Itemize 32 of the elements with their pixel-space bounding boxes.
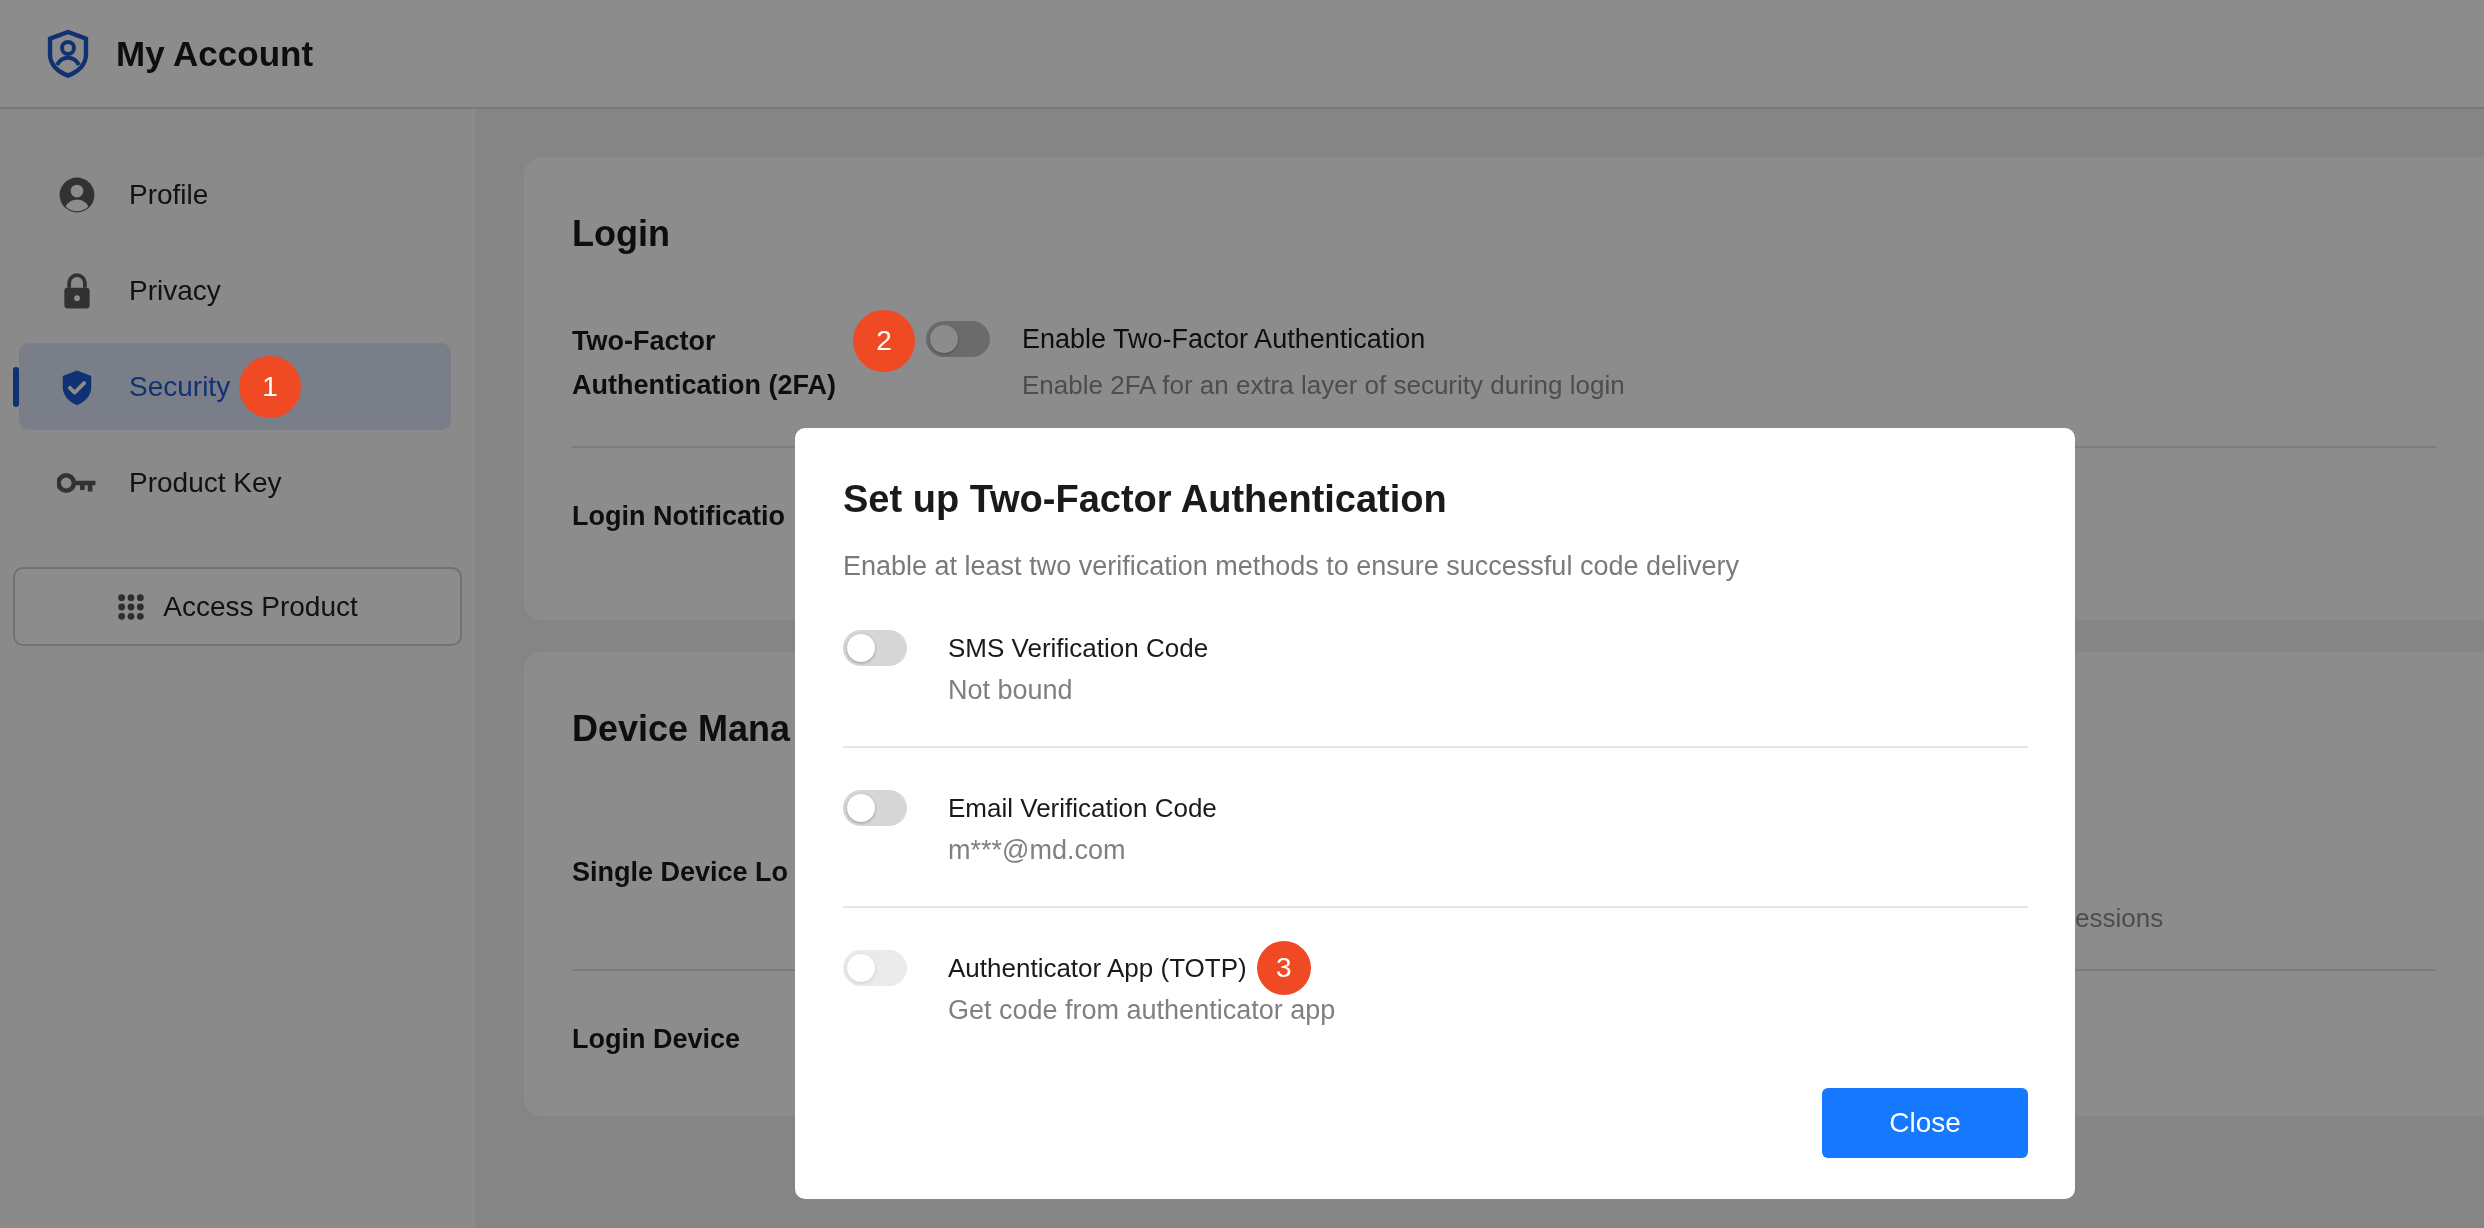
step-badge: 3: [1256, 941, 1311, 995]
app-title: My Account: [116, 33, 314, 74]
setting-label: Login Device: [572, 1023, 742, 1056]
step-badge: 1: [242, 358, 299, 415]
access-product-button[interactable]: Access Product: [13, 567, 462, 646]
setting-description: Enable 2FA for an extra layer of security during login: [1022, 369, 1625, 402]
step-badge: 2: [856, 313, 912, 369]
method-detail: m***@md.com: [948, 834, 1127, 867]
grid-icon: [117, 592, 146, 621]
close-button[interactable]: Close: [1822, 1088, 2028, 1158]
section-title: Login: [572, 213, 671, 255]
dialog-title: Set up Two-Factor Authentication: [843, 477, 1448, 522]
method-title: Authenticator App (TOTP): [948, 952, 1247, 984]
toggle-switch[interactable]: [843, 630, 907, 666]
toggle-switch[interactable]: [926, 321, 990, 357]
profile-icon: [58, 175, 96, 214]
sidebar-item[interactable]: Product Key: [19, 439, 451, 526]
setting-description: essions: [2075, 903, 2164, 934]
setting-title: Enable Two-Factor Authentication: [1022, 323, 1427, 356]
method-title: SMS Verification Code: [948, 632, 1209, 664]
toggle-switch[interactable]: [843, 790, 907, 826]
shield-person-icon: [46, 28, 90, 79]
method-detail: Get code from authenticator app: [948, 994, 1336, 1027]
section-title: Device Mana: [572, 708, 792, 750]
method-detail: Not bound: [948, 674, 1074, 707]
sidebar-item[interactable]: Privacy: [19, 247, 451, 334]
key-icon: [57, 470, 97, 495]
dialog-subtitle: Enable at least two verification methods to ensure successful code delivery: [843, 550, 1740, 583]
setting-label: Two-Factor Authentication (2FA): [572, 325, 837, 402]
sidebar-item[interactable]: Profile: [19, 151, 451, 238]
setting-label: Single Device Lo: [572, 856, 790, 889]
method-title: Email Verification Code: [948, 792, 1217, 824]
